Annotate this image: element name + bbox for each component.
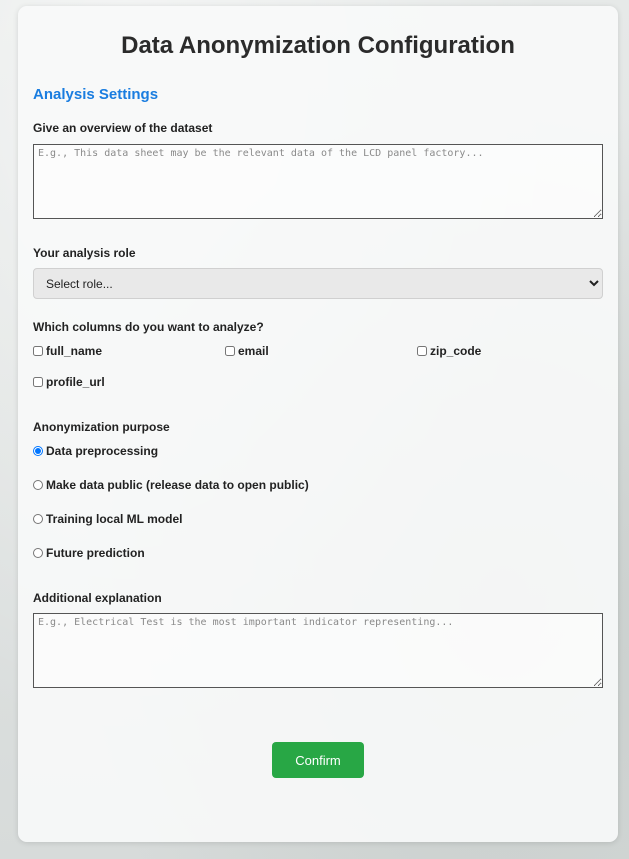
column-option-email[interactable]: email	[225, 344, 269, 358]
column-checkbox[interactable]	[33, 346, 43, 356]
column-option-label: email	[238, 344, 269, 358]
purpose-radio[interactable]	[33, 514, 43, 524]
config-card: Data Anonymization Configuration Analysi…	[18, 6, 618, 842]
column-option-zip-code[interactable]: zip_code	[417, 344, 481, 358]
overview-textarea[interactable]	[33, 144, 603, 219]
section-title: Analysis Settings	[33, 86, 159, 103]
purpose-option-preprocessing[interactable]: Data preprocessing	[33, 444, 158, 458]
purpose-option-public[interactable]: Make data public (release data to open p…	[33, 478, 309, 492]
column-option-label: full_name	[46, 344, 103, 358]
page-title: Data Anonymization Configuration	[121, 32, 515, 59]
role-label: Your analysis role	[33, 246, 136, 260]
purpose-option-training[interactable]: Training local ML model	[33, 512, 182, 526]
purpose-radio[interactable]	[33, 446, 43, 456]
column-option-full-name[interactable]: full_name	[33, 344, 102, 358]
explanation-textarea[interactable]	[33, 613, 603, 688]
purpose-option-label: Future prediction	[46, 546, 145, 560]
purpose-option-label: Data preprocessing	[46, 444, 159, 458]
explanation-label: Additional explanation	[33, 591, 162, 605]
purpose-option-label: Make data public (release data to open p…	[46, 478, 309, 492]
column-option-label: profile_url	[46, 375, 105, 389]
confirm-button[interactable]: Confirm	[272, 742, 364, 778]
column-option-profile-url[interactable]: profile_url	[33, 375, 105, 389]
role-select[interactable]: Select role...	[33, 268, 603, 299]
purpose-option-label: Training local ML model	[46, 512, 183, 526]
column-checkbox[interactable]	[417, 346, 427, 356]
purpose-radio[interactable]	[33, 548, 43, 558]
overview-label: Give an overview of the dataset	[33, 121, 213, 135]
purpose-radio[interactable]	[33, 480, 43, 490]
purpose-option-prediction[interactable]: Future prediction	[33, 546, 145, 560]
column-option-label: zip_code	[430, 344, 482, 358]
purpose-label: Anonymization purpose	[33, 420, 170, 434]
columns-label: Which columns do you want to analyze?	[33, 320, 264, 334]
column-checkbox[interactable]	[33, 377, 43, 387]
column-checkbox[interactable]	[225, 346, 235, 356]
